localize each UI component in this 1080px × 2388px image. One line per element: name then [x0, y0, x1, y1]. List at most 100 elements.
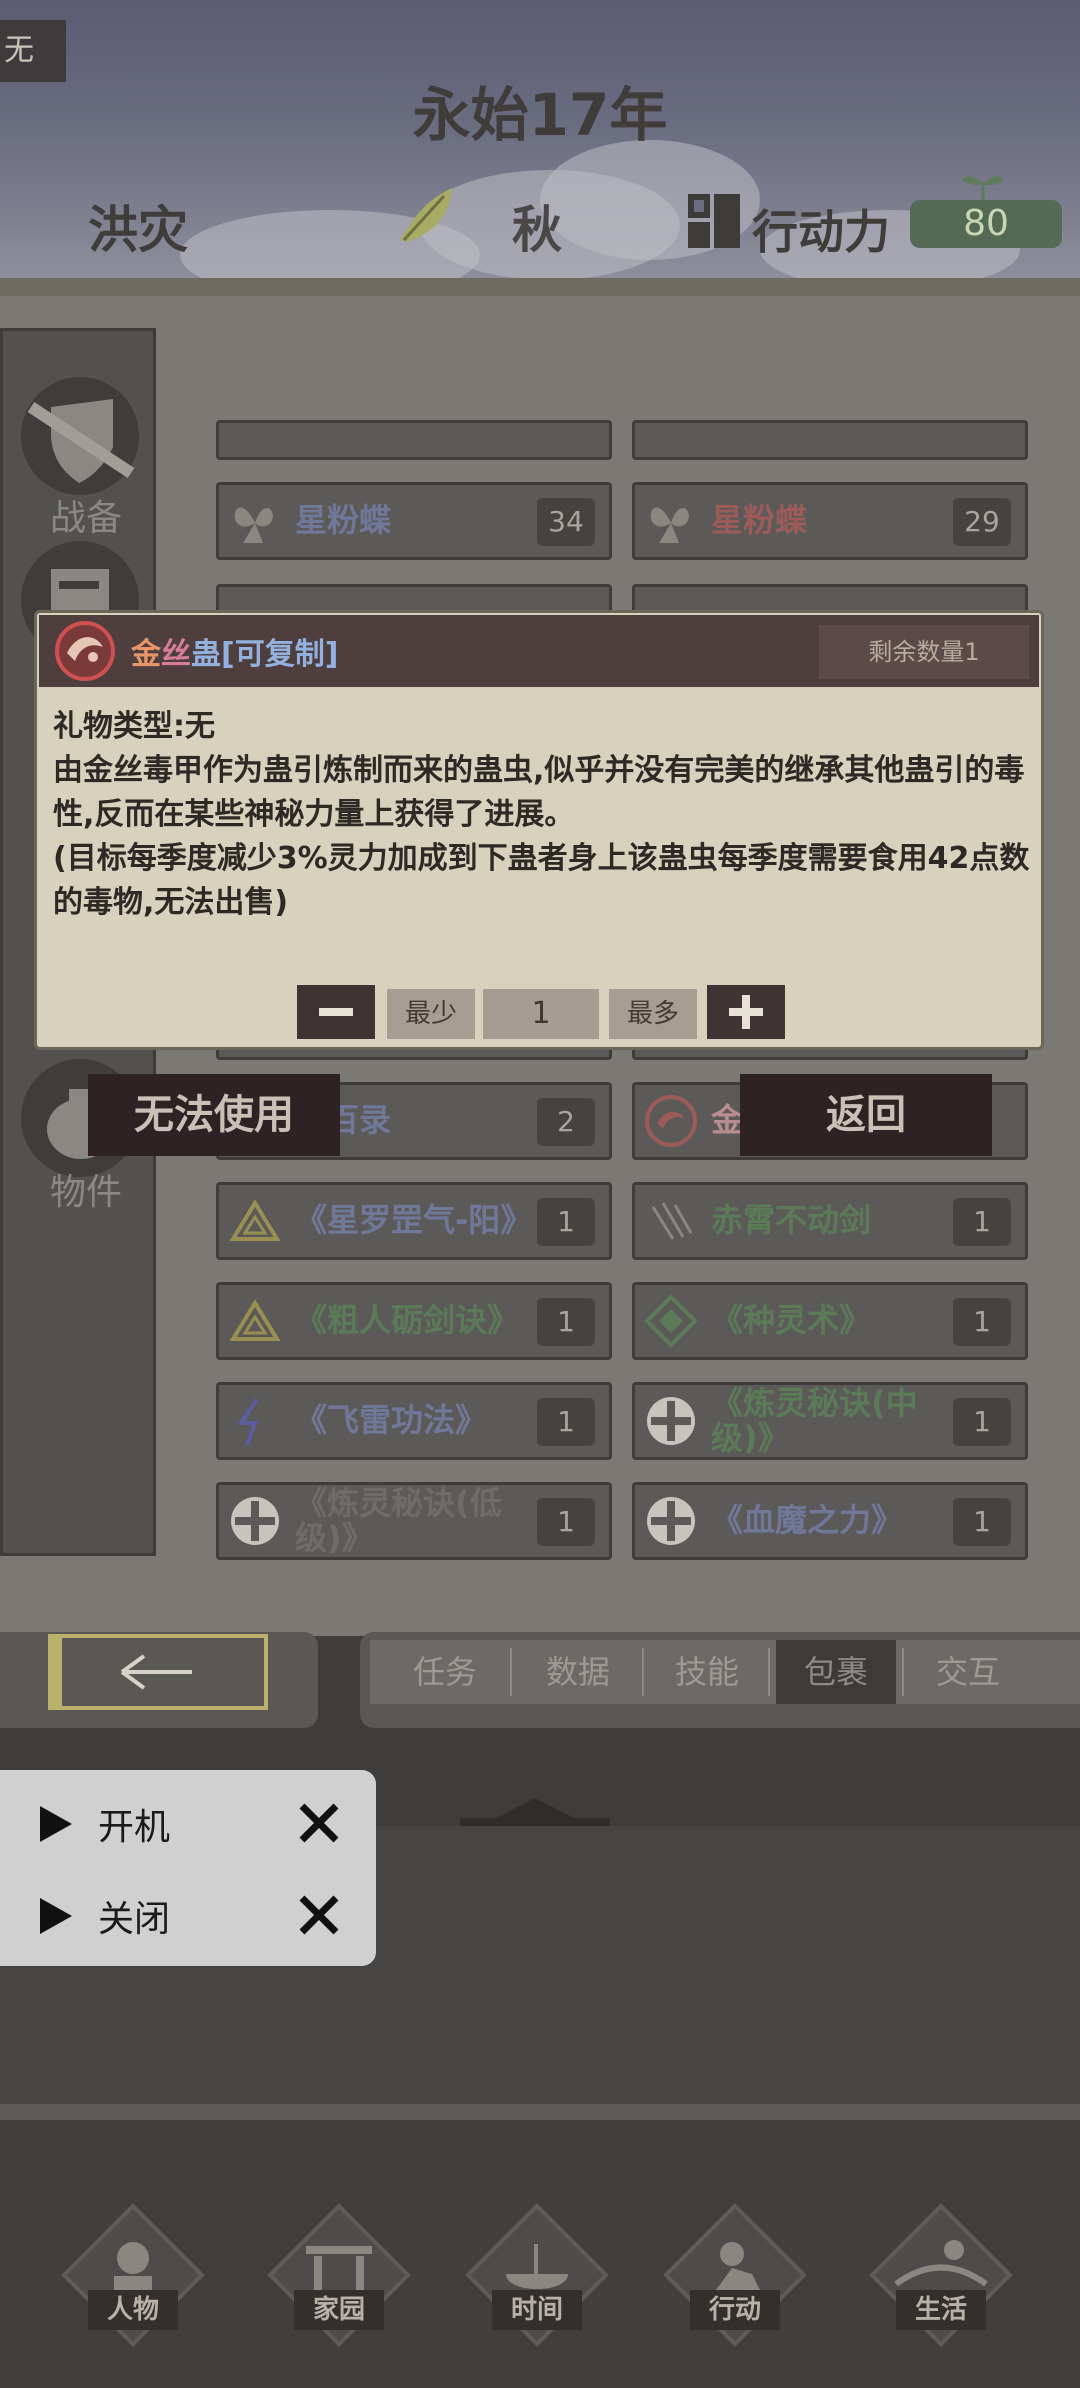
item-slot[interactable]: 《炼灵秘诀(低级)》 1 [216, 1482, 612, 1560]
item-count: 1 [537, 1198, 595, 1246]
nav-time[interactable]: 时间 [462, 2200, 612, 2350]
gu-insect-icon [55, 621, 115, 681]
header-divider [0, 278, 1080, 296]
year-title: 永始17年 [412, 81, 668, 149]
roof-ornament-icon [460, 1798, 610, 1826]
control-menu: 开机 关闭 [0, 1770, 376, 1966]
item-slot[interactable]: 赤霄不动剑 1 [632, 1182, 1028, 1260]
item-slot[interactable]: 星粉蝶 29 [632, 482, 1028, 560]
item-name: 《飞雷功法》 [295, 1401, 488, 1440]
nav-label: 时间 [492, 2290, 582, 2330]
start-label: 开机 [98, 1807, 171, 1848]
lightning-icon [237, 1397, 259, 1446]
item-slot-partial[interactable] [216, 420, 612, 460]
tab-separator [768, 1648, 770, 1696]
item-name: 《炼灵秘诀(低级)》 [295, 1483, 502, 1557]
item-count: 1 [953, 1398, 1011, 1446]
sidebar-item-equipment[interactable] [21, 377, 139, 495]
item-count: 1 [953, 1198, 1011, 1246]
back-button[interactable]: 返回 [740, 1074, 992, 1156]
item-name: 赤霄不动剑 [711, 1201, 872, 1240]
tab-data[interactable]: 数据 [514, 1640, 642, 1704]
butterfly-icon [650, 507, 689, 543]
action-points-value: 80 [910, 200, 1062, 248]
item-slot[interactable]: 《粗人砺剑诀》 1 [216, 1282, 612, 1360]
sidebar-label-equipment: 战备 [49, 498, 122, 539]
action-points-label: 行动力 [752, 205, 890, 259]
close-icon[interactable] [296, 1892, 342, 1938]
item-name: 《血魔之力》 [711, 1501, 904, 1540]
max-button[interactable]: 最多 [609, 989, 697, 1039]
close-row[interactable]: 关闭 [34, 1884, 354, 1944]
play-icon [40, 1806, 72, 1842]
nav-action[interactable]: 行动 [660, 2200, 810, 2350]
cannot-use-button[interactable]: 无法使用 [88, 1074, 340, 1156]
gu-insect-icon [645, 1095, 697, 1147]
action-points-icon [688, 194, 740, 248]
triangle-rune-icon [229, 1299, 281, 1341]
tab-separator [642, 1648, 644, 1696]
diamond-rune-icon [644, 1294, 698, 1348]
increment-button[interactable] [707, 985, 785, 1039]
item-name: 《炼灵秘诀(中级)》 [711, 1383, 918, 1457]
plus-icon [729, 995, 763, 1029]
popup-body: 礼物类型:无 由金丝毒甲作为蛊引炼制而来的蛊虫,似乎并没有完美的继承其他蛊引的毒… [53, 705, 1033, 925]
tab-interact[interactable]: 交互 [906, 1640, 1030, 1704]
popup-header: 金丝蛊[可复制] 剩余数量1 [39, 615, 1039, 687]
quantity-input[interactable]: 1 [483, 989, 599, 1039]
gift-type: 礼物类型:无 [53, 709, 215, 744]
item-name: 《星罗罡气-阳》 [295, 1201, 533, 1240]
item-effect: (目标每季度减少3%灵力加成到下蛊者身上该蛊虫每季度需要食用42点数的毒物,无法… [53, 841, 1030, 920]
item-count: 1 [953, 1498, 1011, 1546]
tab-separator [902, 1648, 904, 1696]
item-slot[interactable]: 《飞雷功法》 1 [216, 1382, 612, 1460]
claw-icon [651, 1202, 693, 1240]
item-slot[interactable]: 《炼灵秘诀(中级)》 1 [632, 1382, 1028, 1460]
play-icon [40, 1898, 72, 1934]
remaining-count: 剩余数量1 [819, 625, 1029, 679]
triangle-rune-icon [229, 1199, 281, 1241]
nav-label: 行动 [690, 2290, 780, 2330]
tab-skills[interactable]: 技能 [646, 1640, 768, 1704]
item-count: 29 [953, 498, 1011, 546]
item-count: 1 [953, 1298, 1011, 1346]
item-count: 1 [537, 1498, 595, 1546]
close-icon[interactable] [296, 1800, 342, 1846]
item-slot[interactable]: 《种灵术》 1 [632, 1282, 1028, 1360]
minus-icon [319, 1008, 353, 1016]
nav-label: 生活 [896, 2290, 986, 2330]
item-slot-partial[interactable] [632, 420, 1028, 460]
popup-title: 金丝蛊[可复制] [131, 629, 338, 673]
disaster-label: 洪灾 [88, 201, 188, 259]
min-button[interactable]: 最少 [387, 989, 475, 1039]
start-row[interactable]: 开机 [34, 1792, 354, 1852]
item-description: 由金丝毒甲作为蛊引炼制而来的蛊虫,似乎并没有完美的继承其他蛊引的毒性,反而在某些… [53, 753, 1025, 832]
tab-tasks[interactable]: 任务 [380, 1640, 510, 1704]
sword-shield-icon [27, 399, 135, 483]
tab-inventory[interactable]: 包裹 [776, 1640, 896, 1704]
item-detail-popup: 金丝蛊[可复制] 剩余数量1 礼物类型:无 由金丝毒甲作为蛊引炼制而来的蛊虫,似… [34, 610, 1044, 1050]
nav-home[interactable]: 家园 [264, 2200, 414, 2350]
sprout-icon [962, 176, 1004, 202]
nav-character[interactable]: 人物 [58, 2200, 208, 2350]
popup-title-part: 丝 [161, 637, 191, 672]
item-slot[interactable]: 《星罗罡气-阳》 1 [216, 1182, 612, 1260]
decrement-button[interactable] [297, 985, 375, 1039]
item-slot[interactable]: 《血魔之力》 1 [632, 1482, 1028, 1560]
sidebar-label-objects: 物件 [49, 1172, 122, 1213]
cross-circle-icon [647, 1497, 695, 1545]
item-name: 星粉蝶 [711, 501, 808, 540]
arrow-left-icon [52, 1638, 192, 1706]
cross-circle-icon [647, 1397, 695, 1445]
nav-label: 家园 [294, 2290, 384, 2330]
item-count: 1 [537, 1298, 595, 1346]
item-slot[interactable]: 星粉蝶 34 [216, 482, 612, 560]
tab-separator [510, 1648, 512, 1696]
close-label: 关闭 [98, 1899, 171, 1940]
butterfly-icon [234, 507, 273, 543]
back-arrow-button[interactable] [48, 1634, 268, 1710]
nav-label: 人物 [88, 2290, 178, 2330]
item-count: 1 [537, 1398, 595, 1446]
scene-divider [0, 2104, 1080, 2120]
nav-life[interactable]: 生活 [866, 2200, 1016, 2350]
